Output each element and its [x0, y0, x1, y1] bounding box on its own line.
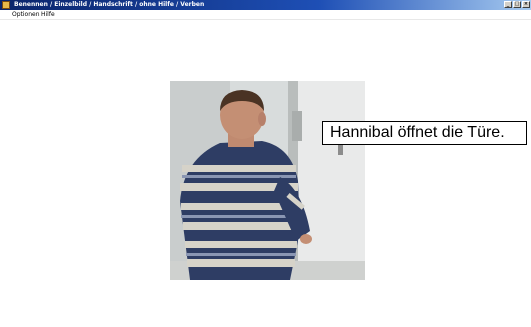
- title-bar: Benennen / Einzelbild / Handschrift / oh…: [0, 0, 531, 10]
- window-controls: _ □ ×: [504, 1, 530, 8]
- exercise-photo: [170, 81, 365, 280]
- menu-optionen[interactable]: Optionen: [12, 10, 40, 19]
- minimize-button[interactable]: _: [504, 1, 512, 8]
- menu-hilfe[interactable]: Hilfe: [41, 10, 55, 19]
- window-title: Benennen / Einzelbild / Handschrift / oh…: [14, 1, 205, 8]
- menu-bar: Optionen Hilfe: [0, 10, 531, 20]
- app-icon[interactable]: [2, 1, 10, 9]
- close-button[interactable]: ×: [522, 1, 530, 8]
- maximize-button[interactable]: □: [513, 1, 521, 8]
- man-opening-door-illustration: [170, 81, 365, 280]
- caption-label: Hannibal öffnet die Türe.: [322, 121, 527, 145]
